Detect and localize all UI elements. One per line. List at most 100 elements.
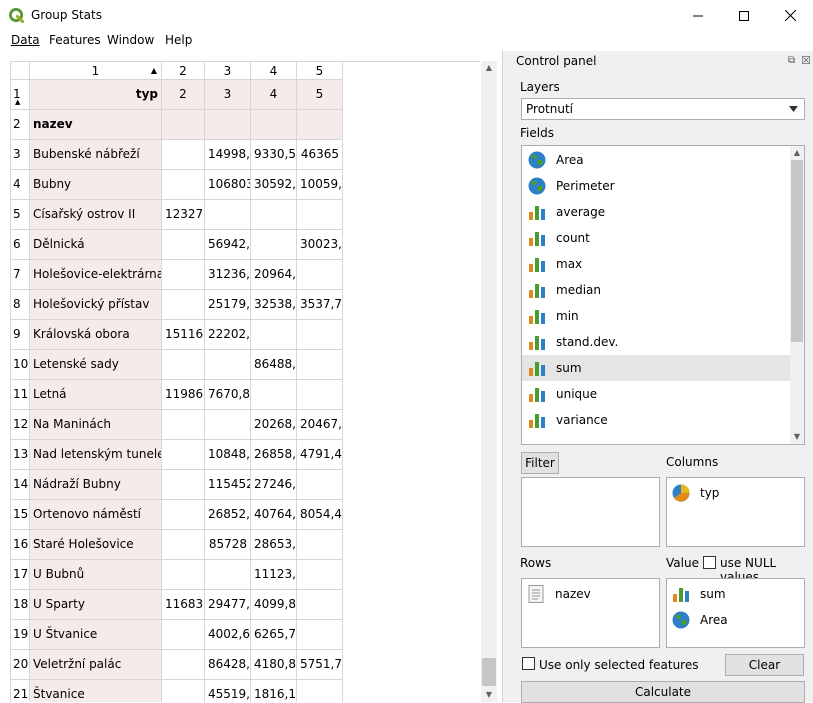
columns-item[interactable]: typ [672, 484, 797, 502]
field-item[interactable]: sum [522, 355, 790, 381]
row-header[interactable]: 6 [11, 230, 30, 260]
table-cell[interactable]: 22202,5 [205, 320, 251, 350]
table-cell[interactable] [251, 380, 297, 410]
table-cell[interactable]: 14998,9 [205, 140, 251, 170]
table-cell[interactable]: 26858,1 [251, 440, 297, 470]
table-cell[interactable]: 4791,48 [297, 440, 343, 470]
float-panel-icon[interactable]: ⧉ [788, 55, 795, 66]
table-cell[interactable] [251, 320, 297, 350]
row-header[interactable]: 1 ▲ [11, 80, 30, 110]
table-cell[interactable] [205, 350, 251, 380]
table-cell[interactable]: 3537,71 [297, 290, 343, 320]
field-item[interactable]: count [522, 225, 790, 251]
row-header[interactable]: 21 [11, 680, 30, 702]
menu-window[interactable]: Window [107, 33, 154, 47]
value-item[interactable]: sum [672, 585, 797, 603]
field-item[interactable]: unique [522, 381, 790, 407]
table-cell[interactable] [162, 230, 205, 260]
table-cell[interactable] [205, 410, 251, 440]
row-header[interactable]: 8 [11, 290, 30, 320]
field-item[interactable]: Perimeter [522, 173, 790, 199]
field-item[interactable]: median [522, 277, 790, 303]
table-cell[interactable]: 45519,5 [205, 680, 251, 702]
menu-features[interactable]: Features [49, 33, 101, 47]
table-cell[interactable]: 11123,6 [251, 560, 297, 590]
field-item[interactable]: stand.dev. [522, 329, 790, 355]
table-cell[interactable]: 40764,9 [251, 500, 297, 530]
table-cell[interactable] [297, 320, 343, 350]
table-cell[interactable] [297, 560, 343, 590]
table-cell[interactable]: 4180,84 [251, 650, 297, 680]
field-item[interactable]: max [522, 251, 790, 277]
filter-box[interactable] [521, 477, 660, 547]
table-cell[interactable]: 106803 [205, 170, 251, 200]
table-corner[interactable] [11, 62, 30, 80]
table-cell[interactable]: 9330,54 [251, 140, 297, 170]
row-header[interactable]: 14 [11, 470, 30, 500]
scrollbar-thumb[interactable] [482, 658, 496, 686]
column-header[interactable]: 2 [162, 62, 205, 80]
row-header[interactable]: 12 [11, 410, 30, 440]
table-cell[interactable]: 8054,46 [297, 500, 343, 530]
fields-scrollbar-thumb[interactable] [791, 160, 803, 342]
column-header[interactable]: 3 [205, 62, 251, 80]
table-cell[interactable] [297, 590, 343, 620]
table-cell[interactable] [162, 290, 205, 320]
table-cell[interactable] [162, 530, 205, 560]
row-header[interactable]: 5 [11, 200, 30, 230]
table-cell[interactable] [205, 200, 251, 230]
table-vertical-scrollbar[interactable]: ▲ ▼ [481, 61, 497, 702]
table-cell[interactable] [162, 140, 205, 170]
row-header[interactable]: 3 [11, 140, 30, 170]
row-header[interactable]: 20 [11, 650, 30, 680]
calculate-button[interactable]: Calculate [521, 681, 805, 703]
results-table[interactable]: 1 ▲ 2 3 4 5 1 ▲ typ 2 3 4 5 2 nazev 3 Bubenské nábřeží 14… [10, 61, 480, 702]
table-cell[interactable]: 46365 [297, 140, 343, 170]
table-cell[interactable]: 10848,1 [205, 440, 251, 470]
table-cell[interactable] [162, 650, 205, 680]
table-cell[interactable]: 86428,5 [205, 650, 251, 680]
table-cell[interactable] [297, 200, 343, 230]
close-button[interactable] [767, 0, 813, 31]
fields-scrollbar[interactable]: ▲ ▼ [790, 146, 804, 444]
row-header[interactable]: 11 [11, 380, 30, 410]
row-header[interactable]: 13 [11, 440, 30, 470]
table-cell[interactable]: 1816,1 [251, 680, 297, 702]
table-cell[interactable] [162, 620, 205, 650]
use-null-checkbox[interactable] [703, 556, 716, 569]
clear-button[interactable]: Clear [725, 654, 804, 676]
table-cell[interactable]: 4002,68 [205, 620, 251, 650]
rows-item[interactable]: nazev [527, 585, 652, 603]
use-selected-checkbox[interactable] [522, 657, 535, 670]
table-cell[interactable] [162, 500, 205, 530]
table-cell[interactable]: 151169 [162, 320, 205, 350]
value-box[interactable]: sum Area [666, 578, 805, 648]
table-cell[interactable] [297, 530, 343, 560]
table-cell[interactable]: 56942,1 [205, 230, 251, 260]
column-header[interactable]: 4 [251, 62, 297, 80]
scroll-down-icon[interactable]: ▼ [790, 430, 804, 444]
scroll-up-icon[interactable]: ▲ [481, 61, 497, 75]
table-cell[interactable]: 25179,1 [205, 290, 251, 320]
table-cell[interactable]: 4099,83 [251, 590, 297, 620]
row-header[interactable]: 10 [11, 350, 30, 380]
field-item[interactable]: variance [522, 407, 790, 433]
menu-help[interactable]: Help [165, 33, 192, 47]
field-item[interactable]: min [522, 303, 790, 329]
table-cell[interactable] [251, 200, 297, 230]
scroll-down-icon[interactable]: ▼ [481, 688, 497, 702]
field-item[interactable]: average [522, 199, 790, 225]
row-header[interactable]: 9 [11, 320, 30, 350]
column-header[interactable]: 5 [297, 62, 343, 80]
table-cell[interactable]: 20467,7 [297, 410, 343, 440]
row-header[interactable]: 2 [11, 110, 30, 140]
table-cell[interactable]: 7670,8 [205, 380, 251, 410]
table-cell[interactable] [297, 380, 343, 410]
field-item[interactable]: Area [522, 147, 790, 173]
table-cell[interactable]: 10059,2 [297, 170, 343, 200]
layer-select[interactable]: Protnutí [521, 98, 805, 120]
table-cell[interactable] [162, 680, 205, 702]
table-cell[interactable]: 119868 [162, 380, 205, 410]
table-cell[interactable] [162, 350, 205, 380]
row-header[interactable]: 16 [11, 530, 30, 560]
